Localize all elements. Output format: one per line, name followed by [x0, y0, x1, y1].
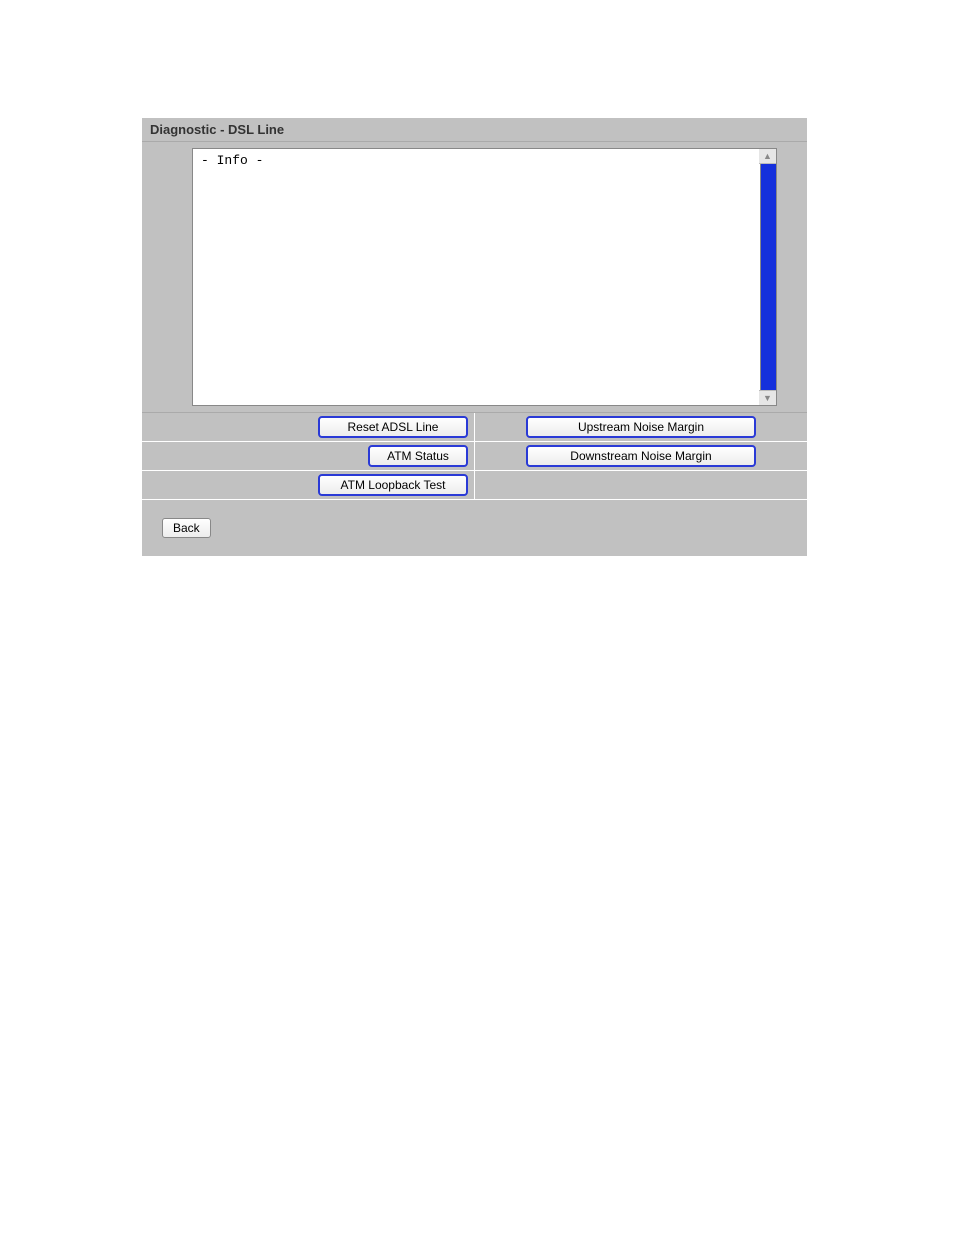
button-cell-right-2: Downstream Noise Margin — [475, 442, 807, 470]
back-button[interactable]: Back — [162, 518, 211, 538]
button-cell-left-3: ATM Loopback Test — [142, 471, 475, 499]
info-textarea[interactable]: - Info - — [192, 148, 777, 406]
page-title: Diagnostic - DSL Line — [142, 118, 807, 142]
info-text: - Info - — [201, 153, 263, 168]
button-cell-right-1: Upstream Noise Margin — [475, 413, 807, 441]
footer-bar: Back — [142, 500, 807, 556]
scroll-up-icon[interactable]: ▲ — [759, 149, 776, 164]
button-cell-right-3 — [475, 471, 807, 499]
downstream-noise-margin-button[interactable]: Downstream Noise Margin — [526, 445, 756, 467]
button-cell-left-2: ATM Status — [142, 442, 475, 470]
upstream-noise-margin-button[interactable]: Upstream Noise Margin — [526, 416, 756, 438]
scrollbar-track[interactable]: ▲ ▼ — [760, 148, 777, 406]
diagnostic-panel: Diagnostic - DSL Line - Info - ▲ ▼ Reset… — [142, 118, 807, 556]
button-row-3: ATM Loopback Test — [142, 471, 807, 500]
info-box-wrap: - Info - ▲ ▼ — [192, 148, 777, 406]
button-row-1: Reset ADSL Line Upstream Noise Margin — [142, 413, 807, 442]
scroll-down-icon[interactable]: ▼ — [759, 390, 776, 405]
action-button-grid: Reset ADSL Line Upstream Noise Margin AT… — [142, 413, 807, 500]
atm-status-button[interactable]: ATM Status — [368, 445, 468, 467]
button-cell-left-1: Reset ADSL Line — [142, 413, 475, 441]
reset-adsl-line-button[interactable]: Reset ADSL Line — [318, 416, 468, 438]
atm-loopback-test-button[interactable]: ATM Loopback Test — [318, 474, 468, 496]
button-row-2: ATM Status Downstream Noise Margin — [142, 442, 807, 471]
info-area-row: - Info - ▲ ▼ — [142, 142, 807, 413]
